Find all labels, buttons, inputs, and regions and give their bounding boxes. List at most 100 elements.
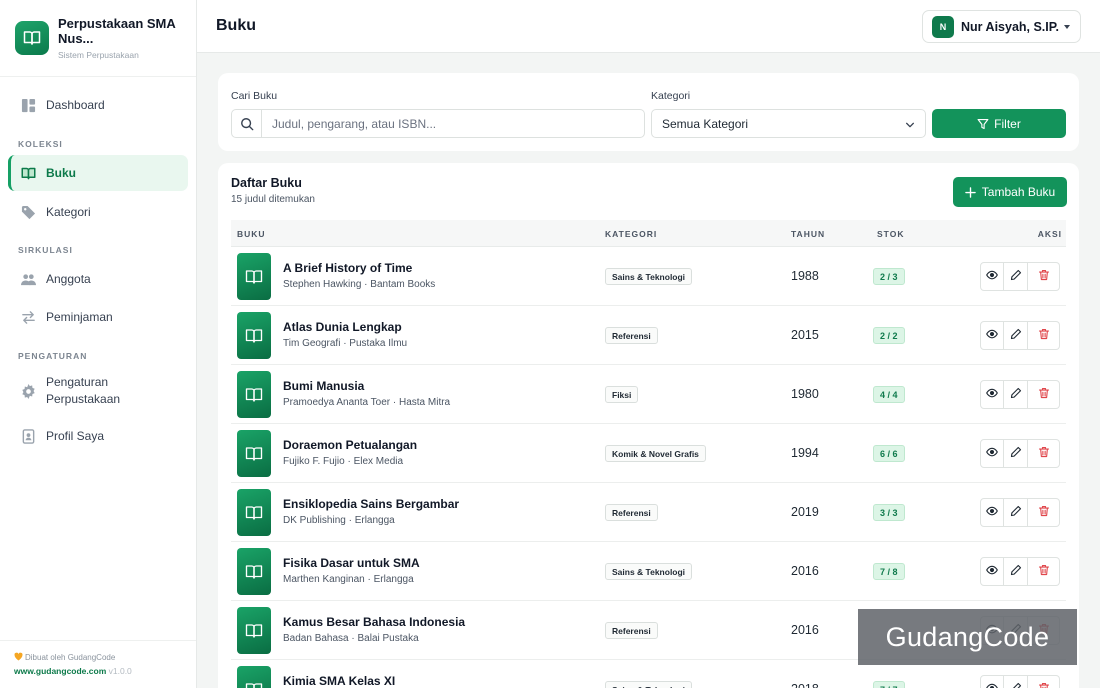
- delete-button[interactable]: [1028, 262, 1060, 291]
- search-input[interactable]: [262, 116, 632, 131]
- category-badge: Referensi: [605, 622, 658, 639]
- user-menu-button[interactable]: N Nur Aisyah, S.IP.: [922, 10, 1081, 43]
- pencil-icon: [1010, 327, 1022, 345]
- add-book-label: Tambah Buku: [981, 185, 1056, 199]
- edit-button[interactable]: [1004, 557, 1028, 586]
- delete-button[interactable]: [1028, 498, 1060, 527]
- search-field: [231, 109, 645, 138]
- view-button[interactable]: [980, 498, 1004, 527]
- book-cover-icon: [237, 548, 271, 595]
- add-book-button[interactable]: Tambah Buku: [953, 177, 1067, 207]
- stock-badge: 7 / 7: [873, 681, 905, 688]
- stock-badge: 6 / 6: [873, 445, 905, 462]
- book-year: 2015: [791, 328, 819, 342]
- trash-icon: [1038, 563, 1050, 581]
- view-button[interactable]: [980, 380, 1004, 409]
- trash-icon: [1038, 327, 1050, 345]
- book-title: Doraemon Petualangan: [283, 438, 418, 452]
- category-select-value: Semua Kategori: [662, 116, 749, 131]
- edit-button[interactable]: [1004, 380, 1028, 409]
- eye-icon: [986, 386, 998, 404]
- book-cover-icon: [237, 489, 271, 536]
- user-name: Nur Aisyah, S.IP.: [961, 19, 1059, 34]
- table-row: Doraemon Petualangan Fujiko F. Fujio · El…: [231, 424, 1066, 483]
- eye-icon: [986, 681, 998, 688]
- view-button[interactable]: [980, 675, 1004, 688]
- row-actions: [980, 439, 1060, 468]
- footer-link[interactable]: www.gudangcode.com: [14, 666, 106, 676]
- page-title: Buku: [216, 17, 256, 34]
- tag-icon: [20, 204, 36, 220]
- heart-icon: [14, 652, 23, 663]
- book-year: 2019: [791, 505, 819, 519]
- book-author-publisher: Badan Bahasa · Balai Pustaka: [283, 633, 419, 644]
- book-cover-icon: [237, 666, 271, 688]
- trash-icon: [1038, 268, 1050, 286]
- book-title: Bumi Manusia: [283, 379, 365, 393]
- row-actions: [980, 321, 1060, 350]
- pencil-icon: [1010, 386, 1022, 404]
- col-year: TAHUN: [791, 229, 826, 239]
- table-row: Bumi Manusia Pramoedya Ananta Toer · Hast…: [231, 365, 1066, 424]
- delete-button[interactable]: [1028, 380, 1060, 409]
- book-author-publisher: Pramoedya Ananta Toer · Hasta Mitra: [283, 397, 451, 408]
- caret-down-icon: [1064, 25, 1070, 29]
- book-year: 2016: [791, 623, 819, 637]
- dashboard-icon: [20, 97, 36, 113]
- category-badge: Komik & Novel Grafis: [605, 445, 706, 462]
- sidebar-item-anggota[interactable]: Anggota: [8, 267, 188, 291]
- edit-button[interactable]: [1004, 439, 1028, 468]
- delete-button[interactable]: [1028, 439, 1060, 468]
- edit-button[interactable]: [1004, 675, 1028, 688]
- eye-icon: [986, 445, 998, 463]
- delete-button[interactable]: [1028, 557, 1060, 586]
- book-cover-icon: [237, 312, 271, 359]
- table-row: Ensiklopedia Sains Bergambar DK Publishin…: [231, 483, 1066, 542]
- row-actions: [980, 262, 1060, 291]
- delete-button[interactable]: [1028, 675, 1060, 688]
- view-button[interactable]: [980, 439, 1004, 468]
- sidebar-item-pengaturan[interactable]: Pengaturan Perpustakaan: [8, 374, 188, 408]
- book-author-publisher: Fujiko F. Fujio · Elex Media: [283, 456, 404, 467]
- table-row: A Brief History of Time Stephen Hawking ·…: [231, 247, 1066, 306]
- pencil-icon: [1010, 563, 1022, 581]
- view-button[interactable]: [980, 557, 1004, 586]
- gear-icon: [20, 383, 36, 399]
- filter-card: Cari Buku Kategori Semua Kategori Filter: [218, 73, 1079, 151]
- chevron-down-icon: [905, 119, 915, 133]
- eye-icon: [986, 563, 998, 581]
- table-row: Fisika Dasar untuk SMA Marthen Kanginan ·…: [231, 542, 1066, 601]
- sidebar-item-peminjaman[interactable]: Peminjaman: [8, 305, 188, 329]
- delete-button[interactable]: [1028, 321, 1060, 350]
- row-actions: [980, 498, 1060, 527]
- trash-icon: [1038, 504, 1050, 522]
- filter-button[interactable]: Filter: [932, 109, 1066, 138]
- sidebar-item-buku[interactable]: Buku: [8, 155, 188, 191]
- book-title: Atlas Dunia Lengkap: [283, 320, 402, 334]
- table-row: Atlas Dunia Lengkap Tim Geografi · Pustak…: [231, 306, 1066, 365]
- footer-made-by: Dibuat oleh GudangCode: [25, 653, 116, 662]
- edit-button[interactable]: [1004, 262, 1028, 291]
- book-cover-icon: [237, 253, 271, 300]
- category-select[interactable]: Semua Kategori: [651, 109, 926, 138]
- book-author-publisher: Marthen Kanginan · Erlangga: [283, 574, 414, 585]
- edit-button[interactable]: [1004, 498, 1028, 527]
- filter-button-label: Filter: [994, 116, 1021, 131]
- edit-button[interactable]: [1004, 321, 1028, 350]
- view-button[interactable]: [980, 262, 1004, 291]
- sidebar-item-kategori[interactable]: Kategori: [8, 200, 188, 224]
- category-badge: Fiksi: [605, 386, 639, 403]
- watermark: GudangCode: [858, 609, 1077, 665]
- sidebar-item-label-2: Perpustakaan: [46, 392, 121, 406]
- sidebar-item-profil[interactable]: Profil Saya: [8, 424, 188, 448]
- sidebar-item-dashboard[interactable]: Dashboard: [8, 93, 188, 117]
- trash-icon: [1038, 681, 1050, 688]
- book-icon: [20, 165, 36, 181]
- view-button[interactable]: [980, 321, 1004, 350]
- stock-badge: 2 / 2: [873, 327, 905, 344]
- stock-badge: 7 / 8: [873, 563, 905, 580]
- category-badge: Sains & Teknologi: [605, 563, 693, 580]
- stock-badge: 2 / 3: [873, 268, 905, 285]
- brand-title: Perpustakaan SMA Nus...: [58, 16, 176, 46]
- pencil-icon: [1010, 681, 1022, 688]
